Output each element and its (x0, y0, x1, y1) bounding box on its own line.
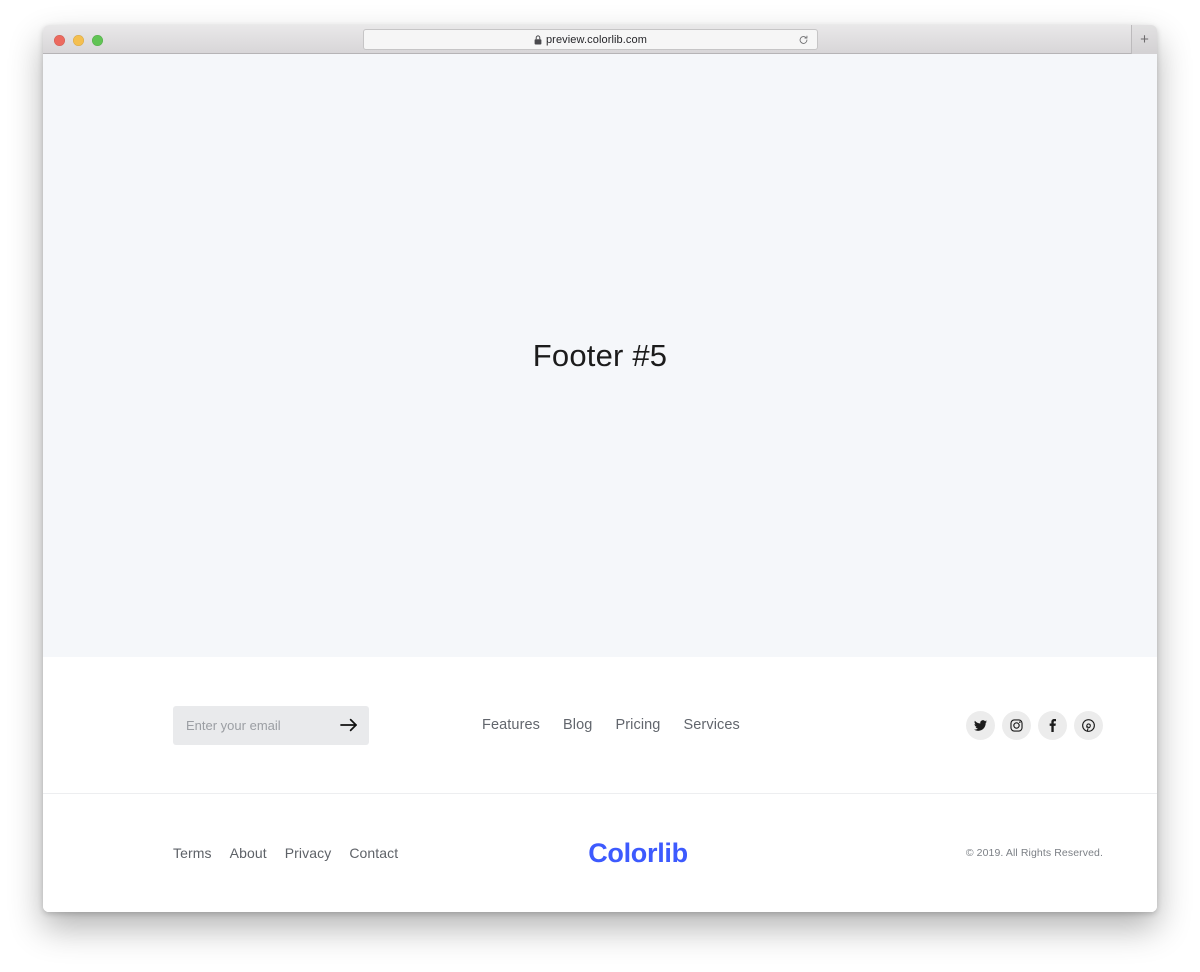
instagram-icon (1010, 718, 1023, 732)
minimize-window-button[interactable] (73, 35, 84, 46)
maximize-window-button[interactable] (92, 35, 103, 46)
address-bar-url: preview.colorlib.com (545, 33, 648, 46)
browser-window: preview.colorlib.com + Footer #5 Enter y… (43, 25, 1157, 912)
social-link-facebook[interactable] (1038, 710, 1067, 740)
reload-icon[interactable] (798, 34, 809, 45)
footer-legal-link-privacy[interactable]: Privacy (285, 845, 332, 861)
social-link-instagram[interactable] (1002, 710, 1031, 740)
twitter-icon (974, 719, 987, 731)
close-window-button[interactable] (54, 35, 65, 46)
social-link-pinterest[interactable] (1074, 710, 1103, 740)
address-bar[interactable]: preview.colorlib.com (363, 29, 818, 50)
hero-section: Footer #5 (43, 54, 1157, 657)
page-viewport: Footer #5 Features Blog Pricing (43, 54, 1157, 912)
page-title: Footer #5 (532, 337, 668, 373)
social-link-twitter[interactable] (966, 710, 995, 740)
new-tab-label: + (1140, 31, 1149, 48)
social-links (966, 710, 1103, 740)
facebook-icon (1049, 718, 1056, 732)
footer-nav-link-services[interactable]: Services (683, 717, 739, 733)
newsletter-subscribe-form (173, 705, 369, 745)
footer-bottom-row: Terms About Privacy Contact Colorlib © 2… (43, 793, 1157, 912)
footer-legal-link-about[interactable]: About (230, 845, 267, 861)
footer-legal-link-contact[interactable]: Contact (349, 845, 398, 861)
new-tab-button[interactable]: + (1131, 25, 1157, 54)
footer-nav: Features Blog Pricing Services (482, 717, 740, 733)
subscribe-submit-button[interactable] (337, 713, 361, 737)
footer-legal-links: Terms About Privacy Contact (173, 845, 503, 861)
footer-legal-link-terms[interactable]: Terms (173, 845, 212, 861)
footer-nav-link-blog[interactable]: Blog (563, 717, 592, 733)
window-controls (54, 35, 103, 46)
footer-nav-link-features[interactable]: Features (482, 717, 540, 733)
browser-titlebar: preview.colorlib.com + (43, 25, 1157, 54)
site-logo[interactable]: Colorlib (503, 838, 773, 869)
footer-nav-link-pricing[interactable]: Pricing (615, 717, 660, 733)
footer-main-row: Features Blog Pricing Services (43, 657, 1157, 793)
pinterest-icon (1082, 718, 1095, 732)
lock-icon (534, 34, 542, 44)
copyright-text: © 2019. All Rights Reserved. (965, 847, 1103, 859)
site-footer: Features Blog Pricing Services (43, 657, 1157, 912)
arrow-right-icon (340, 718, 357, 732)
address-bar-content: preview.colorlib.com (534, 34, 647, 46)
